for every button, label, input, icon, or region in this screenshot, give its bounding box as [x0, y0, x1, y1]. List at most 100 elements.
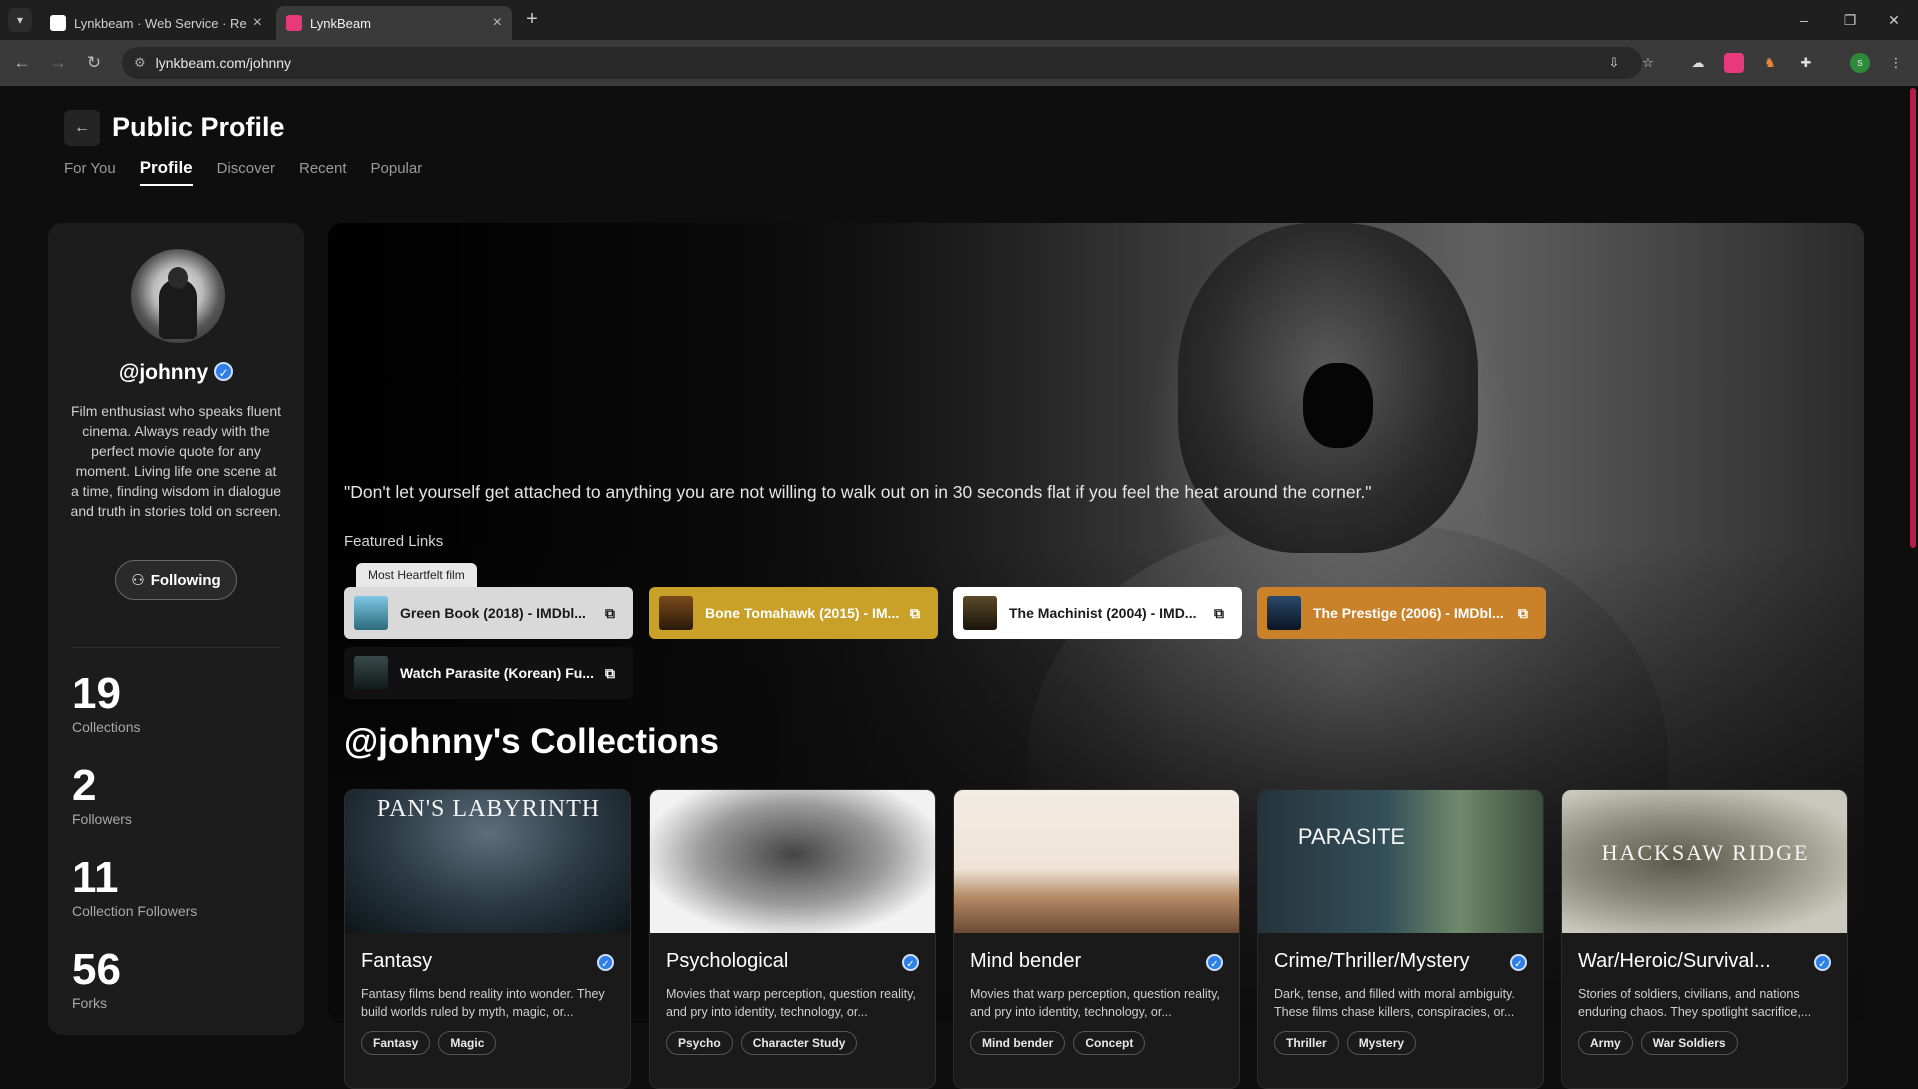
poster-title: HACKSAW RIDGE	[1601, 840, 1810, 865]
external-link-icon: ⧉	[605, 605, 615, 621]
minimize-icon[interactable]: –	[1792, 8, 1816, 32]
featured-link-the-prestige[interactable]: The Prestige (2006) - IMDbl... ⧉	[1257, 587, 1546, 639]
reload-icon[interactable]: ↻	[82, 51, 106, 75]
featured-link-bone-tomahawk[interactable]: Bone Tomahawk (2015) - IM... ⧉	[649, 587, 938, 639]
link-thumbnail	[659, 596, 693, 630]
tab-popular[interactable]: Popular	[371, 160, 423, 186]
stat-label: Followers	[72, 811, 132, 827]
link-label: The Machinist (2004) - IMD...	[1009, 605, 1197, 621]
collection-tag[interactable]: Mind bender	[970, 1031, 1066, 1055]
stat-value: 56	[72, 945, 121, 994]
featured-link-parasite[interactable]: Watch Parasite (Korean) Fu... ⧉	[344, 647, 633, 699]
stat-collection-followers: 11 Collection Followers	[72, 855, 198, 920]
stat-value: 2	[72, 761, 97, 810]
profile-subnav: For You Profile Discover Recent Popular	[64, 158, 423, 186]
link-thumbnail	[963, 596, 997, 630]
collection-tag[interactable]: Fantasy	[361, 1031, 431, 1055]
external-link-icon: ⧉	[605, 665, 615, 681]
verified-check-icon: ✓	[1510, 954, 1527, 971]
poster-title: PARASITE	[1297, 824, 1406, 849]
poster-title: PAN'S LABYRINTH	[376, 796, 601, 822]
collection-tag[interactable]: Army	[1578, 1031, 1633, 1055]
link-thumbnail	[354, 656, 388, 690]
tab-for-you[interactable]: For You	[64, 160, 116, 186]
page-scrollbar[interactable]	[1910, 88, 1916, 548]
collection-name: War/Heroic/Survival...	[1578, 950, 1771, 972]
tab-recent[interactable]: Recent	[299, 160, 347, 186]
cloud-extension-icon[interactable]: ☁	[1688, 53, 1708, 73]
new-tab-plus-icon[interactable]: +	[520, 8, 544, 32]
bookmark-star-icon[interactable]: ☆	[1638, 53, 1658, 73]
fox-extension-icon[interactable]: ♞	[1760, 53, 1780, 73]
tab-profile[interactable]: Profile	[139, 158, 193, 186]
stat-label: Collection Followers	[72, 903, 198, 919]
stat-label: Forks	[72, 995, 107, 1011]
collection-card-war-heroic-survival[interactable]: HACKSAW RIDGE War/Heroic/Survival... ✓ S…	[1561, 789, 1848, 1089]
back-arrow-icon[interactable]: ←	[10, 51, 34, 75]
browser-toolbar: ← → ↻ ⚙ lynkbeam.com/johnny ⇩ ☆ ☁ ♞ ✚ s …	[0, 40, 1918, 86]
collection-tag[interactable]: War Soldiers	[1640, 1031, 1738, 1055]
stat-followers: 2 Followers	[72, 761, 132, 828]
collection-poster: PAN'S LABYRINTH	[345, 790, 630, 933]
collection-tag[interactable]: Thriller	[1274, 1031, 1339, 1055]
browser-tab-bar: ▾ Lynkbeam · Web Service · Ren × LynkBea…	[0, 0, 1918, 40]
collection-poster: PARASITE	[1258, 790, 1543, 933]
close-window-icon[interactable]: ✕	[1882, 8, 1906, 32]
collection-description: Dark, tense, and filled with moral ambig…	[1274, 987, 1515, 1019]
collection-name: Mind bender	[970, 950, 1082, 972]
collection-description: Movies that warp perception, question re…	[970, 987, 1220, 1019]
link-label: Bone Tomahawk (2015) - IM...	[705, 605, 900, 621]
menu-kebab-icon[interactable]: ⋮	[1886, 53, 1906, 73]
collection-card-crime-thriller-mystery[interactable]: PARASITE Crime/Thriller/Mystery ✓ Dark, …	[1257, 789, 1544, 1089]
link-thumbnail	[1267, 596, 1301, 630]
profile-bio: Film enthusiast who speaks fluent cinema…	[70, 403, 282, 519]
back-button[interactable]: ←	[64, 110, 100, 146]
collections-heading: @johnny's Collections	[344, 722, 719, 761]
restore-icon[interactable]: ❐	[1838, 8, 1862, 32]
browser-tab-lynkbeam-render[interactable]: Lynkbeam · Web Service · Ren ×	[40, 6, 272, 40]
arrow-left-icon: ←	[74, 119, 90, 136]
verified-check-icon: ✓	[902, 954, 919, 971]
collection-tag[interactable]: Mystery	[1346, 1031, 1417, 1055]
collection-tag[interactable]: Character Study	[740, 1031, 858, 1055]
profile-quote: "Don't let yourself get attached to anyt…	[344, 482, 1372, 502]
stat-forks: 56 Forks	[72, 945, 121, 1012]
collection-tag[interactable]: Psycho	[666, 1031, 733, 1055]
forward-arrow-icon[interactable]: →	[46, 51, 70, 75]
sidebar-divider	[72, 647, 280, 648]
close-tab-icon[interactable]: ×	[493, 14, 502, 32]
lynkbeam-extension-icon[interactable]	[1724, 53, 1744, 73]
stat-collections: 19 Collections	[72, 669, 141, 736]
link-label: The Prestige (2006) - IMDbl...	[1313, 605, 1504, 621]
extensions-puzzle-icon[interactable]: ✚	[1796, 53, 1816, 73]
stat-value: 19	[72, 669, 121, 718]
profile-avatar-icon[interactable]: s	[1850, 53, 1870, 73]
stat-label: Collections	[72, 719, 141, 735]
collection-name: Psychological	[666, 950, 789, 972]
install-app-icon[interactable]: ⇩	[1604, 53, 1624, 73]
collection-name: Crime/Thriller/Mystery	[1274, 950, 1470, 972]
close-tab-icon[interactable]: ×	[253, 14, 262, 32]
following-button[interactable]: ⚇ Following	[115, 560, 237, 600]
handle-text: @johnny	[118, 361, 209, 384]
tab-search-chevron-icon[interactable]: ▾	[8, 8, 32, 32]
external-link-icon: ⧉	[1518, 605, 1528, 621]
collection-tag[interactable]: Concept	[1073, 1031, 1146, 1055]
site-info-icon[interactable]: ⚙	[134, 55, 146, 71]
collection-card-fantasy[interactable]: PAN'S LABYRINTH Fantasy ✓ Fantasy films …	[344, 789, 631, 1089]
tab-title: Lynkbeam · Web Service · Ren	[74, 15, 247, 31]
featured-links-heading: Featured Links	[344, 533, 444, 550]
collection-tag[interactable]: Magic	[438, 1031, 497, 1055]
tab-discover[interactable]: Discover	[217, 160, 275, 186]
address-bar[interactable]: ⚙ lynkbeam.com/johnny	[122, 47, 1642, 79]
collection-card-mind-bender[interactable]: Mind bender ✓ Movies that warp perceptio…	[953, 789, 1240, 1089]
featured-link-the-machinist[interactable]: The Machinist (2004) - IMD... ⧉	[953, 587, 1242, 639]
profile-handle: @johnny ✓	[48, 361, 304, 385]
avatar[interactable]	[131, 249, 225, 343]
browser-tab-lynkbeam[interactable]: LynkBeam ×	[276, 6, 512, 40]
external-link-icon: ⧉	[1214, 605, 1224, 621]
collection-description: Fantasy films bend reality into wonder. …	[361, 987, 605, 1019]
featured-link-green-book[interactable]: Green Book (2018) - IMDbl... ⧉	[344, 587, 633, 639]
tab-title: LynkBeam	[310, 15, 371, 31]
collection-card-psychological[interactable]: Psychological ✓ Movies that warp percept…	[649, 789, 936, 1089]
